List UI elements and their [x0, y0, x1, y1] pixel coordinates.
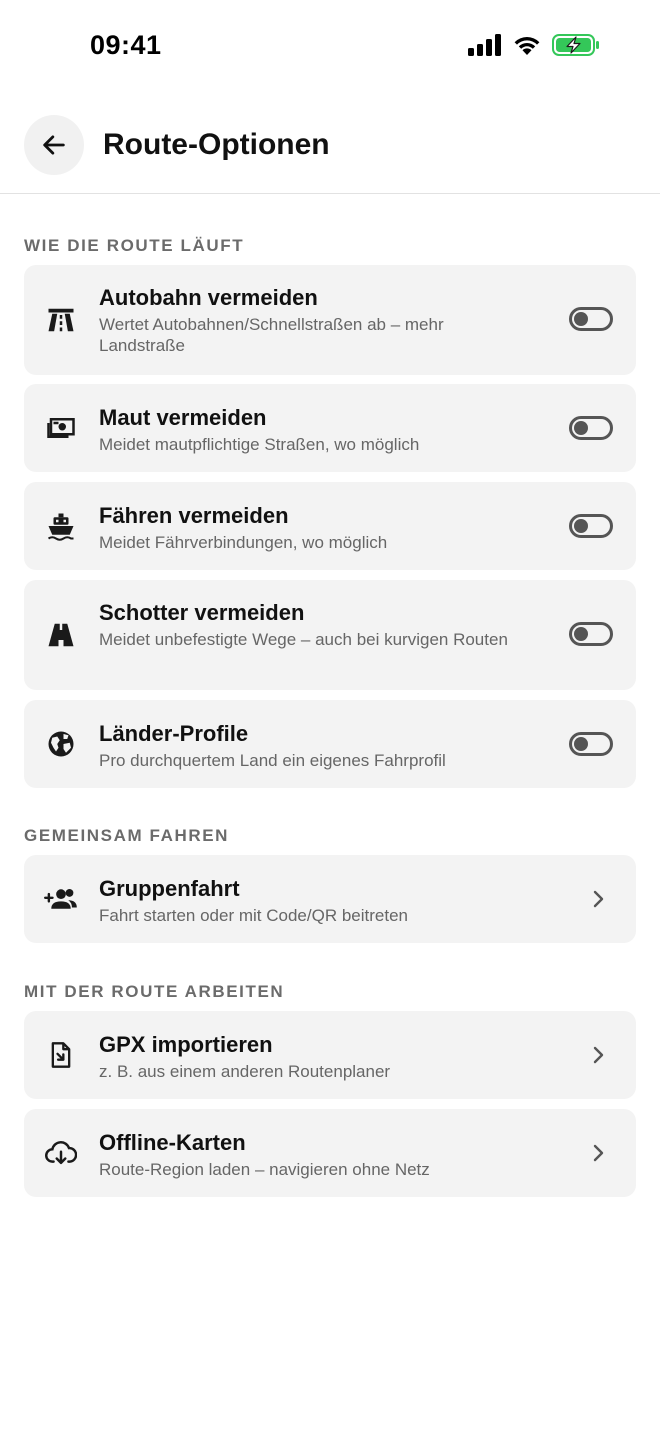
group-add-icon	[44, 882, 78, 916]
option-title: Schotter vermeiden	[99, 600, 305, 625]
toggle-avoid-gravel[interactable]	[569, 622, 613, 646]
signal-icon	[468, 34, 501, 56]
toggle-avoid-ferries[interactable]	[569, 514, 613, 538]
option-country-profiles[interactable]: Länder-Profile Pro durchquertem Land ein…	[24, 700, 636, 788]
status-time: 09:41	[90, 30, 162, 60]
option-avoid-tolls[interactable]: Maut vermeiden Meidet mautpflichtige Str…	[24, 384, 636, 472]
option-subtitle: Meidet unbefestigte Wege – auch bei kurv…	[99, 630, 508, 649]
chevron-right-icon	[593, 890, 604, 908]
option-title: Autobahn vermeiden	[99, 285, 318, 310]
toggle-knob	[574, 519, 588, 533]
page-title: Route-Optionen	[103, 128, 330, 161]
option-gpx-import[interactable]: GPX importieren z. B. aus einem anderen …	[24, 1011, 636, 1099]
option-title: Maut vermeiden	[99, 405, 267, 430]
highway-icon	[44, 303, 78, 337]
battery-charging-icon	[552, 34, 599, 56]
section-title-route: WIE DIE ROUTE LÄUFT	[24, 236, 245, 255]
option-avoid-ferries[interactable]: Fähren vermeiden Meidet Fährverbindungen…	[24, 482, 636, 570]
chevron-right-icon	[593, 1144, 604, 1162]
option-subtitle: Route-Region laden – navigieren ohne Net…	[99, 1160, 430, 1179]
option-subtitle: Fahrt starten oder mit Code/QR beitreten	[99, 906, 408, 925]
option-subtitle: z. B. aus einem anderen Routenplaner	[99, 1062, 391, 1081]
toggle-knob	[574, 737, 588, 751]
section-title-together: GEMEINSAM FAHREN	[24, 826, 230, 845]
toll-icon	[44, 411, 78, 445]
option-offline-maps[interactable]: Offline-Karten Route-Region laden – navi…	[24, 1109, 636, 1197]
option-subtitle: Meidet mautpflichtige Straßen, wo möglic…	[99, 435, 420, 454]
option-group-ride[interactable]: Gruppenfahrt Fahrt starten oder mit Code…	[24, 855, 636, 943]
chevron-right-icon	[593, 1046, 604, 1064]
cloud-download-icon	[44, 1136, 78, 1170]
toggle-knob	[574, 627, 588, 641]
status-icons	[468, 34, 600, 56]
toggle-knob	[574, 312, 588, 326]
option-avoid-gravel[interactable]: Schotter vermeiden Meidet unbefestigte W…	[24, 580, 636, 690]
gravel-road-icon	[44, 618, 78, 652]
wifi-icon	[514, 37, 540, 55]
option-title: Länder-Profile	[99, 721, 249, 746]
option-title: Gruppenfahrt	[99, 876, 240, 901]
status-bar: 09:41	[0, 0, 660, 96]
header: Route-Optionen	[0, 96, 660, 194]
toggle-avoid-highways[interactable]	[569, 307, 613, 331]
option-title: Fähren vermeiden	[99, 503, 289, 528]
option-subtitle: Pro durchquertem Land ein eigenes Fahrpr…	[99, 751, 446, 770]
back-button[interactable]	[24, 115, 84, 175]
arrow-left-icon	[43, 135, 65, 155]
globe-icon	[44, 727, 78, 761]
toggle-country-profiles[interactable]	[569, 732, 613, 756]
toggle-avoid-tolls[interactable]	[569, 416, 613, 440]
file-import-icon	[44, 1038, 78, 1072]
ferry-icon	[44, 509, 78, 543]
option-title: Offline-Karten	[99, 1130, 246, 1155]
section-title-work: MIT DER ROUTE ARBEITEN	[24, 982, 285, 1001]
option-avoid-highways[interactable]: Autobahn vermeiden Wertet Autobahnen/Sch…	[24, 265, 636, 375]
option-subtitle: Meidet Fährverbindungen, wo möglich	[99, 533, 388, 552]
toggle-knob	[574, 421, 588, 435]
option-title: GPX importieren	[99, 1032, 273, 1057]
option-subtitle: Wertet Autobahnen/Schnellstraßen ab – me…	[99, 315, 444, 355]
